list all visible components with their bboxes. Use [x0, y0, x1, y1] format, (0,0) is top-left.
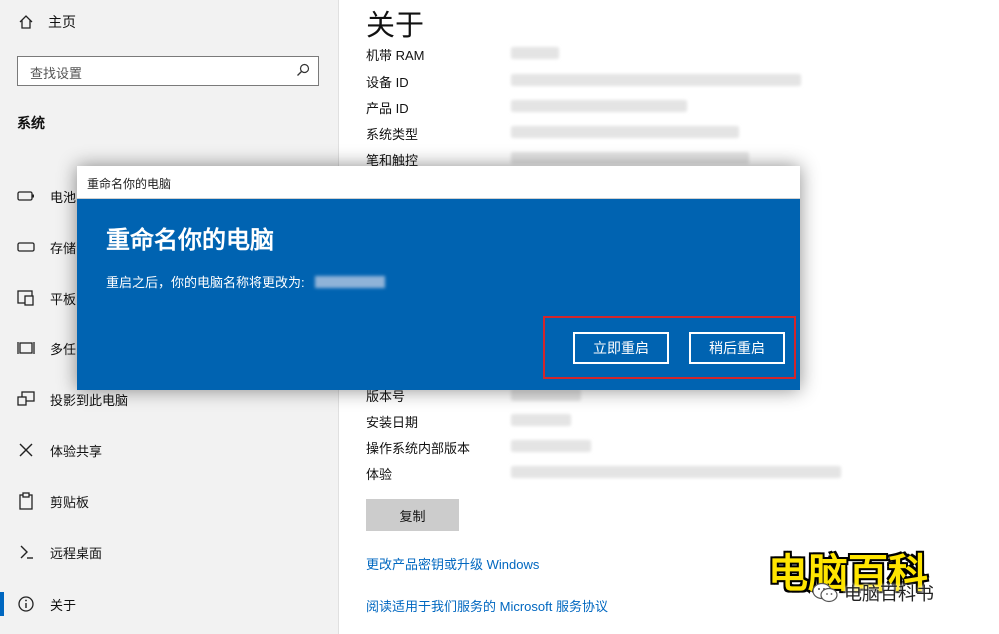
copy-button[interactable]: 复制	[366, 499, 459, 531]
sidebar-item-label: 关于	[50, 597, 77, 613]
sidebar-item-label: 投影到此电脑	[50, 392, 129, 408]
clipboard-icon	[16, 491, 36, 511]
spec-label-system-type: 系统类型	[366, 127, 419, 142]
dialog-window-title: 重命名你的电脑	[87, 177, 172, 191]
redacted-pc-name	[314, 275, 385, 288]
sidebar-item-label: 存储	[50, 240, 77, 256]
os-label-install-date: 安装日期	[366, 415, 419, 430]
redacted-value	[511, 100, 687, 112]
watermark-account: 电脑百科书	[812, 580, 934, 606]
redacted-value	[511, 389, 581, 401]
storage-icon	[16, 237, 36, 257]
service-agreement-link[interactable]: 阅读适用于我们服务的 Microsoft 服务协议	[366, 596, 608, 615]
os-label-os-build: 操作系统内部版本	[366, 441, 471, 456]
restart-now-button[interactable]: 立即重启	[573, 332, 669, 364]
shared-experiences-icon	[16, 440, 36, 460]
redacted-value	[511, 47, 559, 59]
dialog-message: 重启之后，你的电脑名称将更改为:	[106, 275, 305, 290]
redacted-value	[511, 440, 591, 452]
projecting-icon	[16, 389, 36, 409]
active-indicator	[0, 592, 4, 616]
sidebar-item-storage[interactable]: 存储	[16, 235, 76, 259]
watermark-account-name: 电脑百科书	[844, 584, 934, 604]
spec-label-device-id: 设备 ID	[366, 75, 409, 90]
home-nav-item[interactable]: 主页	[18, 12, 76, 32]
redacted-value	[511, 152, 749, 164]
sidebar-item-remote-desktop[interactable]: 远程桌面	[16, 540, 102, 564]
redacted-value	[511, 414, 571, 426]
search-icon[interactable]	[296, 63, 310, 77]
sidebar-item-label: 远程桌面	[50, 545, 103, 561]
remote-desktop-icon	[16, 542, 36, 562]
sidebar-item-multitasking[interactable]: 多任	[16, 336, 76, 360]
rename-pc-dialog: 重命名你的电脑 重命名你的电脑 重启之后，你的电脑名称将更改为: 立即重启 稍后…	[77, 166, 800, 390]
multitasking-icon	[16, 338, 36, 358]
page-title: 关于	[366, 10, 425, 42]
home-icon	[19, 15, 33, 29]
sidebar-item-label: 体验共享	[50, 443, 103, 459]
os-label-experience: 体验	[366, 467, 393, 482]
sidebar-item-tablet[interactable]: 平板	[16, 286, 76, 310]
sidebar-item-label: 剪贴板	[50, 494, 90, 510]
sidebar-item-shared-experiences[interactable]: 体验共享	[16, 438, 102, 462]
search-settings-input[interactable]: 查找设置	[17, 56, 319, 86]
section-title-system: 系统	[17, 115, 45, 131]
sidebar-item-label: 电池	[50, 189, 77, 205]
home-label: 主页	[48, 14, 76, 30]
battery-icon	[16, 186, 36, 206]
sidebar-item-label: 平板	[50, 291, 77, 307]
wechat-icon	[812, 582, 838, 603]
dialog-message-row: 重启之后，你的电脑名称将更改为:	[106, 272, 385, 291]
sidebar-item-label: 多任	[50, 341, 77, 357]
dialog-titlebar[interactable]: 重命名你的电脑	[77, 166, 800, 199]
sidebar-item-about[interactable]: 关于	[16, 592, 76, 616]
redacted-value	[511, 74, 801, 86]
tablet-icon	[16, 288, 36, 308]
spec-label-ram: 机带 RAM	[366, 48, 425, 63]
change-product-key-link[interactable]: 更改产品密钥或升级 Windows	[366, 554, 539, 573]
dialog-heading: 重命名你的电脑	[106, 227, 274, 254]
restart-later-button[interactable]: 稍后重启	[689, 332, 785, 364]
spec-label-product-id: 产品 ID	[366, 101, 409, 116]
sidebar-item-clipboard[interactable]: 剪贴板	[16, 489, 89, 513]
sidebar-item-projecting[interactable]: 投影到此电脑	[16, 387, 128, 411]
info-icon	[16, 594, 36, 614]
redacted-value	[511, 466, 841, 478]
redacted-value	[511, 126, 739, 138]
search-placeholder: 查找设置	[30, 66, 83, 81]
sidebar-item-battery[interactable]: 电池	[16, 184, 76, 208]
